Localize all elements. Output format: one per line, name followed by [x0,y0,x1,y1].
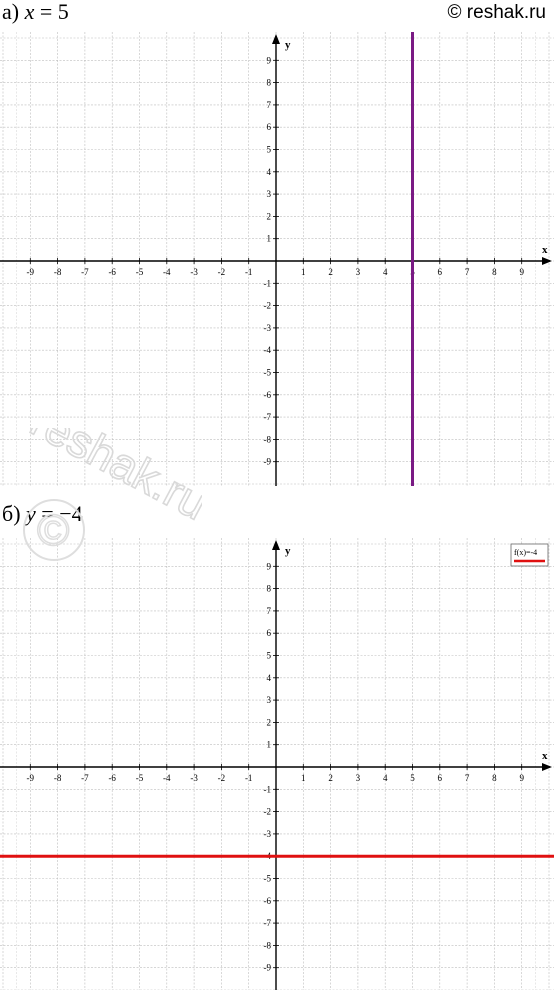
x-tick-label: -4 [163,267,171,277]
y-tick-label: 1 [267,234,272,244]
y-tick-label: 4 [267,167,272,177]
y-tick-label: -6 [264,390,272,400]
x-tick-label: -8 [54,267,62,277]
y-tick-label: -7 [264,918,272,928]
x-tick-label: -6 [108,773,116,783]
y-tick-label: 6 [267,122,272,132]
y-tick-label: -9 [264,457,272,467]
x-tick-label: 9 [519,267,524,277]
x-tick-label: -5 [136,267,144,277]
copyright-notice: © reshak.ru [447,2,546,23]
x-tick-label: 8 [492,773,497,783]
y-tick-label: 7 [267,606,272,616]
x-tick-label: 4 [383,267,388,277]
y-tick-label: 3 [267,695,272,705]
y-tick-label: -2 [264,807,272,817]
y-tick-label: 7 [267,100,272,110]
label-b-variable: y [26,501,36,526]
y-tick-label: -3 [264,829,272,839]
x-tick-label: 5 [410,773,415,783]
x-tick-label: -2 [218,773,226,783]
problem-label-a: а) x = 5 [2,0,69,24]
x-tick-label: -1 [245,773,253,783]
y-tick-label: 6 [267,628,272,638]
y-tick-label: 8 [267,584,272,594]
x-tick-label: -3 [190,773,198,783]
chart-y-equals-minus-4: x y -9 -8 -7 -6 -5 -4 -3 -2 -1 1 2 3 4 5 6 7 8 9 -9 -8 -7 -6 -5 -… [0,538,554,990]
y-tick-label: -3 [264,323,272,333]
x-axis-arrow-icon [542,257,552,265]
y-tick-label: -8 [264,434,272,444]
x-tick-label: -7 [81,773,89,783]
x-tick-label: 3 [356,267,361,277]
y-tick-label: 4 [267,673,272,683]
y-tick-label: -6 [264,896,272,906]
y-tick-label: 1 [267,740,272,750]
y-tick-label: -5 [264,874,272,884]
x-axis-label: x [542,244,548,256]
y-tick-label: -4 [264,345,272,355]
x-tick-label: 3 [356,773,361,783]
label-a-prefix: а) [2,0,25,24]
y-axis-label: y [285,39,291,51]
y-tick-label: -2 [264,301,272,311]
x-axis-label: x [542,750,548,762]
y-tick-label: 9 [267,561,272,571]
y-tick-label: 8 [267,78,272,88]
x-tick-label: 8 [492,267,497,277]
chart-x-equals-5: x y -9 -8 -7 -6 -5 -4 -3 -2 -1 1 2 3 4 5 6 7 8 9 -9 -8 -7 -6 -5 -… [0,32,554,486]
y-tick-label: 5 [267,145,272,155]
y-axis-label: y [285,545,291,557]
y-tick-label: 2 [267,211,272,221]
y-tick-label: -1 [264,278,272,288]
x-tick-label: -1 [245,267,253,277]
x-tick-label: 4 [383,773,388,783]
label-a-variable: x [24,0,35,24]
x-tick-label: -2 [218,267,226,277]
x-tick-label: -6 [108,267,116,277]
label-a-equation: = 5 [34,0,69,24]
x-tick-label: 6 [438,773,443,783]
y-tick-label: 2 [267,717,272,727]
y-axis-arrow-icon [272,540,280,550]
y-tick-label: -9 [264,963,272,973]
x-tick-label: 1 [301,267,306,277]
x-tick-label: 7 [465,267,470,277]
legend-label: f(x)=-4 [514,548,537,557]
x-tick-label: -9 [27,773,35,783]
y-tick-label: -1 [264,784,272,794]
x-tick-label: -7 [81,267,89,277]
y-tick-label: 3 [267,189,272,199]
problem-label-b: б) y = −4 [2,502,83,526]
y-axis-arrow-icon [272,34,280,44]
x-tick-label: -9 [27,267,35,277]
label-b-prefix: б) [2,501,27,526]
x-tick-label: -4 [163,773,171,783]
x-axis-arrow-icon [542,763,552,771]
x-tick-label: -3 [190,267,198,277]
y-tick-label: 5 [267,651,272,661]
x-tick-label: 6 [438,267,443,277]
x-tick-label: 1 [301,773,306,783]
x-tick-label: 7 [465,773,470,783]
label-b-equation: = −4 [35,501,83,526]
x-tick-label: 9 [519,773,524,783]
y-tick-label: -7 [264,412,272,422]
y-tick-label: -8 [264,940,272,950]
x-tick-label: -8 [54,773,62,783]
x-tick-label: -5 [136,773,144,783]
y-tick-label: 9 [267,55,272,65]
x-tick-label: 2 [328,773,333,783]
y-tick-label: -5 [264,368,272,378]
x-tick-label: 2 [328,267,333,277]
